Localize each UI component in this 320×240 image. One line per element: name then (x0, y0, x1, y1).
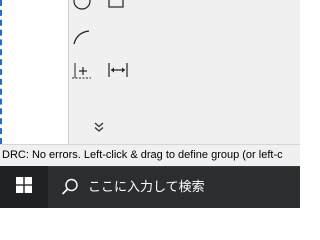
taskbar-search-box[interactable]: ここに入力して検索 (48, 166, 300, 208)
search-placeholder: ここに入力して検索 (88, 180, 205, 195)
circle-icon (72, 0, 92, 11)
windows-logo-icon (16, 176, 32, 198)
dimension-icon (107, 59, 129, 81)
anchor-point-tool-button[interactable] (71, 59, 93, 81)
chevron-double-down-icon (92, 120, 106, 134)
curve-icon (71, 26, 93, 48)
start-button[interactable] (0, 166, 48, 208)
status-bar: DRC: No errors. Left-click & drag to def… (0, 144, 300, 166)
rectangle-tool-button[interactable] (105, 0, 127, 12)
circle-tool-button[interactable] (71, 0, 93, 12)
rectangle-icon (106, 0, 126, 11)
anchor-point-icon (71, 59, 93, 81)
status-message: DRC: No errors. Left-click & drag to def… (2, 149, 283, 161)
drawing-toolbar (68, 0, 300, 144)
search-icon (60, 177, 80, 197)
windows-taskbar: ここに入力して検索 (0, 166, 300, 208)
dimension-tool-button[interactable] (107, 59, 129, 81)
expand-toolbar-button[interactable] (89, 118, 109, 136)
drawing-canvas[interactable] (0, 0, 68, 144)
curve-tool-button[interactable] (71, 26, 93, 48)
